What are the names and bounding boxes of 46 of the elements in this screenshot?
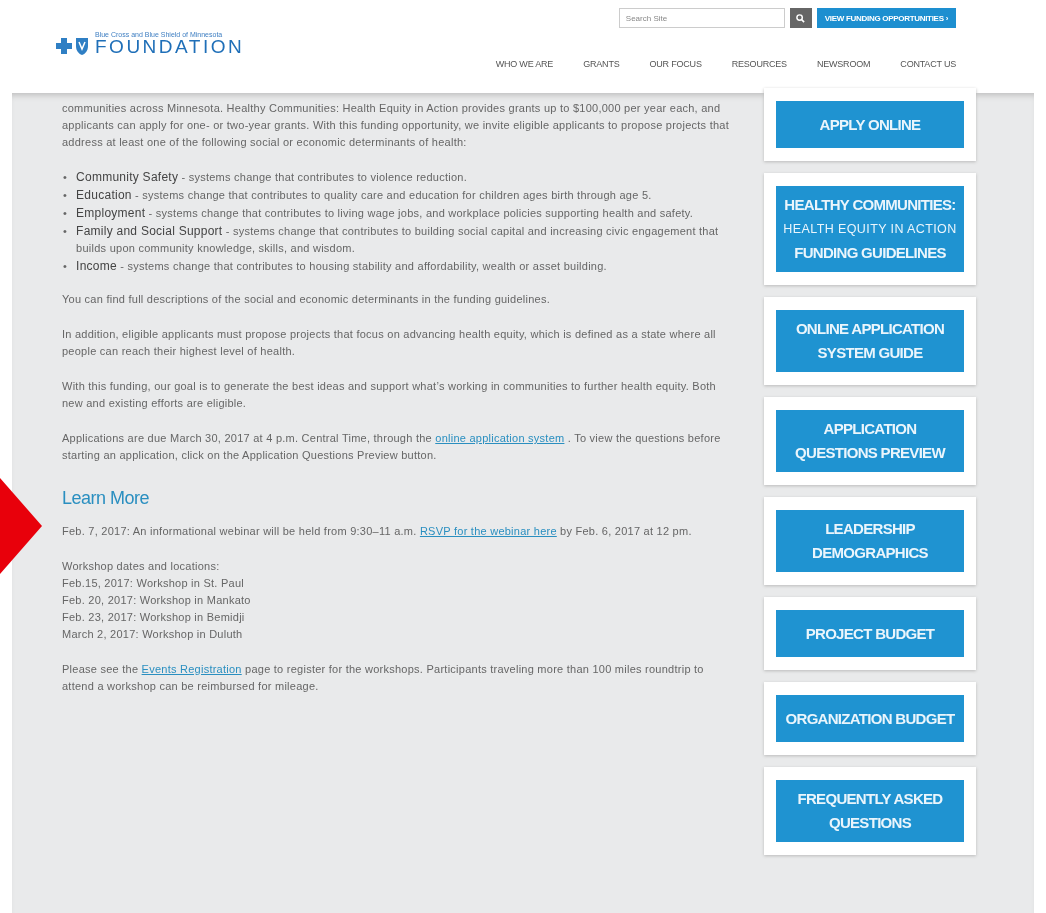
workshop-line: Workshop dates and locations: (62, 559, 221, 574)
workshop-line: Feb. 23, 2017: Workshop in Bemidji (62, 610, 246, 625)
text-link[interactable]: RSVP for the webinar here (419, 525, 557, 537)
sidebar-button[interactable]: ORGANIZATION BUDGET (776, 695, 964, 742)
sidebar-button[interactable]: PROJECT BUDGET (776, 610, 964, 657)
bullet-marker: • (63, 206, 68, 221)
determinant-item: Education - systems change that contributes to quality care and education for children ages birth through age 5. (76, 187, 653, 204)
determinant-item: Family and Social Support - systems change that contributes to building social capital and increasing civic engagement that builds upon community knowledge, skills, and wisdom. (76, 223, 720, 256)
sidebar-button[interactable]: ONLINE APPLICATION SYSTEM GUIDE (776, 310, 964, 372)
nav-link[interactable]: NEWSROOM (816, 59, 871, 69)
text-link[interactable]: Events Registration (141, 663, 242, 675)
intro-paragraph: communities across Minnesota. Healthy Communities: Health Equity in Action provides grants up to $100,000 per year each, and applicants can apply for one- or two-year grants. With this funding opportunity, we invite eligible applicants to propose projects that address at least one of the following social or economic determinants of health: (62, 101, 730, 150)
webinar-paragraph: Feb. 7, 2017: An informational webinar will be held from 9:30–11 a.m. RSVP for the webinar here by Feb. 6, 2017 at 12 pm. (62, 524, 693, 539)
nav-link[interactable]: GRANTS (583, 59, 620, 69)
cross-and-shield-logo-icon (55, 36, 91, 56)
workshop-line: Feb. 20, 2017: Workshop in Mankato (62, 593, 252, 608)
search-field[interactable]: Search Site (618, 8, 785, 28)
search-icon (796, 13, 806, 23)
sidebar-button[interactable]: APPLY ONLINE (776, 101, 964, 148)
bullet-marker: • (63, 188, 68, 203)
sidebar-button[interactable]: APPLICATION QUESTIONS PREVIEW (776, 410, 964, 472)
bullet-marker: • (63, 170, 68, 185)
nav-link[interactable]: RESOURCES (731, 59, 787, 69)
body-paragraph: Applications are due March 30, 2017 at 4 p.m. Central Time, through the online application system . To view the questions before starting an application, click on the Application Questions Preview button. (62, 431, 722, 463)
sidebar-button[interactable]: LEADERSHIP DEMOGRAPHICS (776, 510, 964, 572)
workshop-line: Feb.15, 2017: Workshop in St. Paul (62, 576, 245, 591)
sidebar-button[interactable]: HEALTHY COMMUNITIES: HEALTH EQUITY IN ACTION FUNDING GUIDELINES (776, 186, 964, 272)
nav-link[interactable]: CONTACT US (900, 59, 956, 69)
determinant-item: Community Safety - systems change that contributes to violence reduction. (76, 169, 468, 186)
logo-wordmark: FOUNDATION (95, 38, 245, 56)
registration-paragraph: Please see the Events Registration page to register for the workshops. Participants traveling more than 100 miles roundtrip to attend a workshop can be reimbursed for mileage. (62, 662, 705, 694)
view-funding-opportunities-button[interactable]: VIEW FUNDING OPPORTUNITIES › (816, 8, 956, 28)
body-paragraph: You can find full descriptions of the social and economic determinants in the funding guidelines. (62, 292, 551, 307)
determinant-item: Income - systems change that contributes to housing stability and affordability, wealth or asset building. (76, 258, 608, 275)
body-paragraph: With this funding, our goal is to generate the best ideas and support what’s working in communities to further health equity. Both new and existing efforts are eligible. (62, 379, 717, 411)
bullet-marker: • (63, 224, 68, 239)
sidebar-button[interactable]: FREQUENTLY ASKED QUESTIONS (776, 780, 964, 842)
body-paragraph: In addition, eligible applicants must propose projects that focus on advancing health equity, which is defined as a state where all people can reach their highest level of health. (62, 327, 717, 359)
search-button[interactable] (789, 8, 812, 28)
nav-link[interactable]: OUR FOCUS (649, 59, 702, 69)
learn-more-heading: Learn More (62, 490, 151, 507)
determinant-item: Employment - systems change that contributes to living wage jobs, and workplace policies supporting health and safety. (76, 205, 695, 222)
bullet-marker: • (63, 259, 68, 274)
nav-link[interactable]: WHO WE ARE (495, 59, 554, 69)
workshop-line: March 2, 2017: Workshop in Duluth (62, 627, 244, 642)
text-link[interactable]: online application system (435, 432, 565, 444)
